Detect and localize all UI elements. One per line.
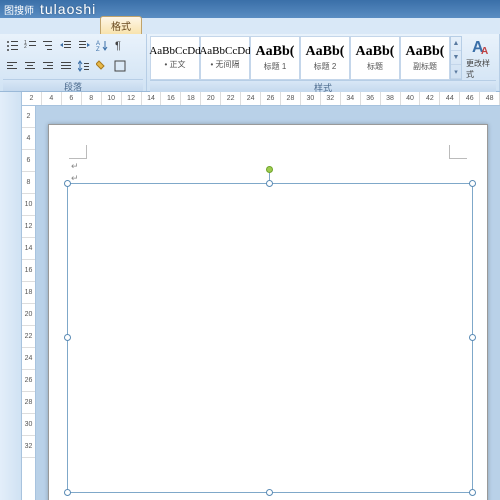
group-paragraph-label: 段落 <box>3 79 143 91</box>
ruler-tick: 6 <box>62 92 82 105</box>
ruler-tick: 46 <box>460 92 480 105</box>
decrease-indent-icon[interactable] <box>57 36 75 54</box>
gallery-scroll[interactable]: ▲▼▾ <box>450 36 462 80</box>
resize-handle[interactable] <box>469 489 476 496</box>
ruler-tick: 36 <box>361 92 381 105</box>
ruler-tick: 32 <box>321 92 341 105</box>
ruler-tick: 8 <box>82 92 102 105</box>
align-center-icon[interactable] <box>21 57 39 75</box>
paragraph-mark-icon: ↵ <box>71 161 79 172</box>
svg-text:¶: ¶ <box>115 40 121 51</box>
ruler-tick: 6 <box>22 150 35 172</box>
ruler-tick: 26 <box>261 92 281 105</box>
resize-handle[interactable] <box>266 180 273 187</box>
ruler-tick: 44 <box>440 92 460 105</box>
group-styles-label: 样式 <box>150 80 496 92</box>
ruler-tick: 34 <box>341 92 361 105</box>
rotation-handle[interactable] <box>266 166 273 173</box>
numbering-icon[interactable]: 12 <box>21 36 39 54</box>
ruler-tick: 22 <box>221 92 241 105</box>
ruler-tick: 2 <box>22 92 42 105</box>
resize-handle[interactable] <box>266 489 273 496</box>
ruler-tick: 24 <box>241 92 261 105</box>
resize-handle[interactable] <box>64 489 71 496</box>
ruler-tick: 18 <box>22 282 35 304</box>
ruler-tick: 18 <box>181 92 201 105</box>
resize-handle[interactable] <box>469 334 476 341</box>
ruler-tick: 14 <box>142 92 162 105</box>
resize-handle[interactable] <box>64 334 71 341</box>
ruler-tick: 12 <box>122 92 142 105</box>
ruler-tick: 16 <box>22 260 35 282</box>
resize-handle[interactable] <box>64 180 71 187</box>
svg-text:2: 2 <box>24 44 27 50</box>
group-paragraph: 12 AZ ¶ 段落 <box>0 34 147 91</box>
change-styles-icon: AA <box>470 36 492 58</box>
increase-indent-icon[interactable] <box>75 36 93 54</box>
ruler-tick: 42 <box>420 92 440 105</box>
ruler-tick: 16 <box>161 92 181 105</box>
ruler-tick: 10 <box>22 194 35 216</box>
ruler-tick: 30 <box>301 92 321 105</box>
style-normal[interactable]: AaBbCcDd• 正文 <box>150 36 200 80</box>
ruler-tick: 28 <box>281 92 301 105</box>
ruler-tick: 38 <box>381 92 401 105</box>
ruler-tick: 4 <box>42 92 62 105</box>
style-title[interactable]: AaBb(标题 <box>350 36 400 80</box>
ruler-tick: 20 <box>22 304 35 326</box>
titlebar: 图搜师 tulaoshi <box>0 0 500 18</box>
ruler-tick: 2 <box>22 106 35 128</box>
ribbon-tabstrip: 格式 <box>0 18 500 34</box>
document-page[interactable]: ↵ ↵ office之家 OFFICE.JB51.NET <box>48 124 488 500</box>
ruler-tick: 48 <box>480 92 500 105</box>
selected-textbox[interactable] <box>67 183 473 493</box>
ruler-tick: 22 <box>22 326 35 348</box>
line-spacing-icon[interactable] <box>75 57 93 75</box>
style-heading1[interactable]: AaBb(标题 1 <box>250 36 300 80</box>
vertical-ruler[interactable]: 2468101214161820222426283032 <box>22 106 36 500</box>
align-justify-icon[interactable] <box>57 57 75 75</box>
watermark-text: tulaoshi <box>40 1 96 17</box>
ruler-tick: 26 <box>22 370 35 392</box>
ruler-tick: 14 <box>22 238 35 260</box>
horizontal-ruler[interactable]: 2468101214161820222426283032343638404244… <box>22 92 500 106</box>
group-styles: AaBbCcDd• 正文 AaBbCcDd• 无间隔 AaBb(标题 1 AaB… <box>147 34 500 91</box>
borders-icon[interactable] <box>111 57 129 75</box>
app-title: 图搜师 <box>4 2 34 17</box>
navigation-strip <box>0 92 22 500</box>
sort-icon[interactable]: AZ <box>93 36 111 54</box>
align-right-icon[interactable] <box>39 57 57 75</box>
ruler-tick: 4 <box>22 128 35 150</box>
margin-corner <box>449 145 467 159</box>
workspace: 2468101214161820222426283032343638404244… <box>0 92 500 500</box>
ruler-tick: 28 <box>22 392 35 414</box>
svg-text:A: A <box>481 46 488 57</box>
resize-handle[interactable] <box>469 180 476 187</box>
shading-icon[interactable] <box>93 57 111 75</box>
style-subtitle[interactable]: AaBb(副标题 <box>400 36 450 80</box>
change-styles-button[interactable]: AA 更改样式 <box>466 36 496 80</box>
ruler-tick: 10 <box>102 92 122 105</box>
bullets-icon[interactable] <box>3 36 21 54</box>
ruler-tick: 30 <box>22 414 35 436</box>
svg-text:Z: Z <box>96 47 100 51</box>
multilevel-list-icon[interactable] <box>39 36 57 54</box>
ruler-tick: 40 <box>401 92 421 105</box>
ruler-tick: 20 <box>201 92 221 105</box>
align-left-icon[interactable] <box>3 57 21 75</box>
style-gallery[interactable]: AaBbCcDd• 正文 AaBbCcDd• 无间隔 AaBb(标题 1 AaB… <box>150 36 496 80</box>
style-heading2[interactable]: AaBb(标题 2 <box>300 36 350 80</box>
ruler-tick: 24 <box>22 348 35 370</box>
ruler-tick: 32 <box>22 436 35 458</box>
style-no-spacing[interactable]: AaBbCcDd• 无间隔 <box>200 36 250 80</box>
ruler-tick: 8 <box>22 172 35 194</box>
margin-corner <box>69 145 87 159</box>
tab-format[interactable]: 格式 <box>100 16 142 34</box>
ruler-tick: 12 <box>22 216 35 238</box>
show-marks-icon[interactable]: ¶ <box>111 36 129 54</box>
ribbon: 12 AZ ¶ 段落 AaBbCcDd• 正文 AaBbC <box>0 34 500 92</box>
